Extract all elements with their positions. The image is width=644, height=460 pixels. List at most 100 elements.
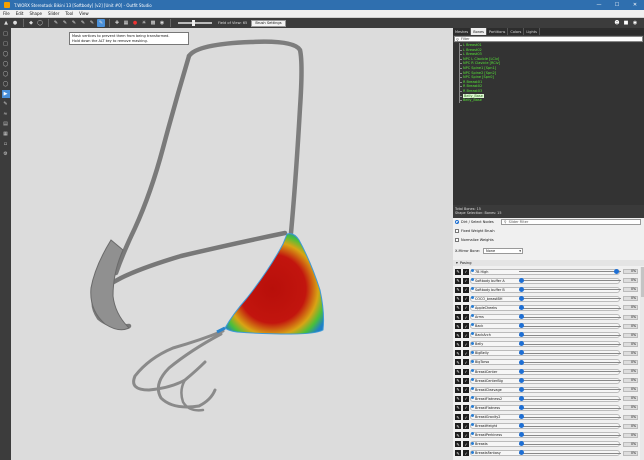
edit-slider-icon[interactable]: ✎ — [455, 432, 461, 439]
right-view-icon[interactable]: ◯ — [2, 60, 10, 68]
brush-move-icon[interactable]: ✎ — [70, 19, 78, 27]
brush-mask-icon[interactable]: ✎ — [97, 19, 105, 27]
front-view-icon[interactable]: □ — [2, 30, 10, 38]
view-icon[interactable]: ◉ — [158, 19, 166, 27]
transform-icon[interactable]: ◆ — [27, 19, 35, 27]
slider-value[interactable]: 0% — [623, 441, 638, 447]
slider-check-icon[interactable]: ✓ — [463, 332, 469, 339]
tab-colors[interactable]: Colors — [508, 28, 525, 35]
brush-settings-button[interactable]: Brush Settings — [251, 19, 286, 27]
edit-slider-icon[interactable]: ✎ — [455, 314, 461, 321]
slider-value[interactable]: 0% — [623, 305, 638, 311]
slider-value[interactable]: 0% — [623, 323, 638, 329]
edit-slider-icon[interactable]: ✎ — [455, 414, 461, 421]
select-tool-icon[interactable]: ▲ — [2, 19, 10, 27]
edit-slider-icon[interactable]: ✎ — [455, 304, 461, 311]
edit-slider-icon[interactable]: ✎ — [455, 286, 461, 293]
menu-edit[interactable]: Edit — [16, 11, 24, 16]
slider-check-icon[interactable]: ✓ — [463, 286, 469, 293]
patreon-icon[interactable]: ■ — [622, 19, 630, 27]
select-nodes-row[interactable]: Dirt / Select Nodes — [455, 220, 494, 224]
slider-check-icon[interactable]: ✓ — [463, 450, 469, 457]
slider-knob[interactable] — [519, 304, 524, 310]
slider-value[interactable]: 0% — [623, 350, 638, 356]
slider-check-icon[interactable]: ✓ — [463, 423, 469, 430]
slider-track[interactable] — [519, 434, 621, 436]
normalize-weights-checkbox[interactable] — [455, 238, 459, 242]
bone-filter-input[interactable]: ⚲ Filter — [454, 36, 643, 42]
menu-view[interactable]: View — [79, 11, 89, 16]
slider-knob[interactable] — [519, 368, 524, 374]
slider-track[interactable] — [519, 425, 621, 427]
settings-icon[interactable]: ⚙ — [2, 150, 10, 158]
edit-slider-icon[interactable]: ✎ — [455, 423, 461, 430]
slider-check-icon[interactable]: ✓ — [463, 304, 469, 311]
slider-check-icon[interactable]: ✓ — [463, 277, 469, 284]
edit-slider-icon[interactable]: ✎ — [455, 386, 461, 393]
brush-icon[interactable]: ✎ — [2, 100, 10, 108]
fixed-weight-checkbox[interactable] — [455, 229, 459, 233]
brush-smooth-icon[interactable]: ✎ — [79, 19, 87, 27]
select-nodes-radio[interactable] — [455, 220, 459, 224]
slider-check-icon[interactable]: ✓ — [463, 395, 469, 402]
left-view-icon[interactable]: ◯ — [2, 50, 10, 58]
tab-partitions[interactable]: Partitions — [487, 28, 509, 35]
edit-slider-icon[interactable]: ✎ — [455, 323, 461, 330]
slider-track[interactable] — [519, 343, 621, 345]
menu-tool[interactable]: Tool — [65, 11, 73, 16]
smooth-icon[interactable]: ≈ — [2, 110, 10, 118]
minimize-button[interactable]: — — [590, 0, 608, 10]
grid-icon[interactable]: ▦ — [2, 130, 10, 138]
normalize-weights-row[interactable]: Normalize Weights — [455, 238, 494, 242]
slider-track[interactable] — [519, 443, 621, 445]
edit-slider-icon[interactable]: ✎ — [455, 350, 461, 357]
slider-check-icon[interactable]: ✓ — [463, 323, 469, 330]
slider-track[interactable] — [519, 353, 621, 355]
menu-shape[interactable]: Shape — [29, 11, 42, 16]
slider-track[interactable] — [519, 280, 621, 282]
field-of-view-slider-knob[interactable] — [192, 20, 195, 26]
slider-track[interactable] — [519, 298, 621, 300]
color-icon[interactable]: ● — [131, 19, 139, 27]
slider-scrollbar-thumb[interactable] — [640, 267, 644, 297]
slider-check-icon[interactable]: ✓ — [463, 377, 469, 384]
slider-check-icon[interactable]: ✓ — [463, 341, 469, 348]
slider-value[interactable]: 0% — [623, 278, 638, 284]
slider-check-icon[interactable]: ✓ — [463, 268, 469, 275]
slider-track[interactable] — [519, 453, 621, 455]
slider-check-icon[interactable]: ✓ — [463, 386, 469, 393]
wireframe-icon[interactable]: ▦ — [122, 19, 130, 27]
3d-viewport[interactable]: Mask vertices to prevent them from being… — [11, 28, 453, 460]
edit-slider-icon[interactable]: ✎ — [455, 268, 461, 275]
slider-value[interactable]: 0% — [623, 332, 638, 338]
slider-value[interactable]: 0% — [623, 359, 638, 365]
slider-check-icon[interactable]: ✓ — [463, 414, 469, 421]
brush-deflate-icon[interactable]: ✎ — [61, 19, 69, 27]
slider-value[interactable]: 0% — [623, 314, 638, 320]
texture-icon[interactable]: ▩ — [149, 19, 157, 27]
slider-knob[interactable] — [519, 286, 524, 292]
sphere-icon[interactable]: ◯ — [36, 19, 44, 27]
mirror-icon[interactable]: ▫ — [2, 140, 10, 148]
slider-knob[interactable] — [614, 268, 620, 274]
slider-knob[interactable] — [519, 359, 524, 365]
edit-slider-icon[interactable]: ✎ — [455, 368, 461, 375]
perspective-icon[interactable]: ◯ — [2, 70, 10, 78]
edit-slider-icon[interactable]: ✎ — [455, 341, 461, 348]
brush-inflate-icon[interactable]: ✎ — [52, 19, 60, 27]
slider-value[interactable]: 0% — [623, 369, 638, 375]
edit-slider-icon[interactable]: ✎ — [455, 277, 461, 284]
edit-slider-icon[interactable]: ✎ — [455, 377, 461, 384]
edit-slider-icon[interactable]: ✎ — [455, 450, 461, 457]
brush-weight-icon[interactable]: ✎ — [88, 19, 96, 27]
slider-value[interactable]: 0% — [623, 269, 638, 275]
discord-icon[interactable]: ☻ — [613, 19, 621, 27]
bone-list[interactable]: L Breast01 L Breast02 L Breast03 NPC L Clav… — [453, 43, 644, 205]
edit-slider-icon[interactable]: ✎ — [455, 404, 461, 411]
slider-track[interactable] — [519, 334, 621, 336]
slider-track[interactable] — [519, 398, 621, 400]
slider-value[interactable]: 0% — [623, 287, 638, 293]
slider-track[interactable] — [519, 371, 621, 373]
slider-value[interactable]: 0% — [623, 450, 638, 456]
field-of-view-slider[interactable] — [178, 20, 212, 26]
